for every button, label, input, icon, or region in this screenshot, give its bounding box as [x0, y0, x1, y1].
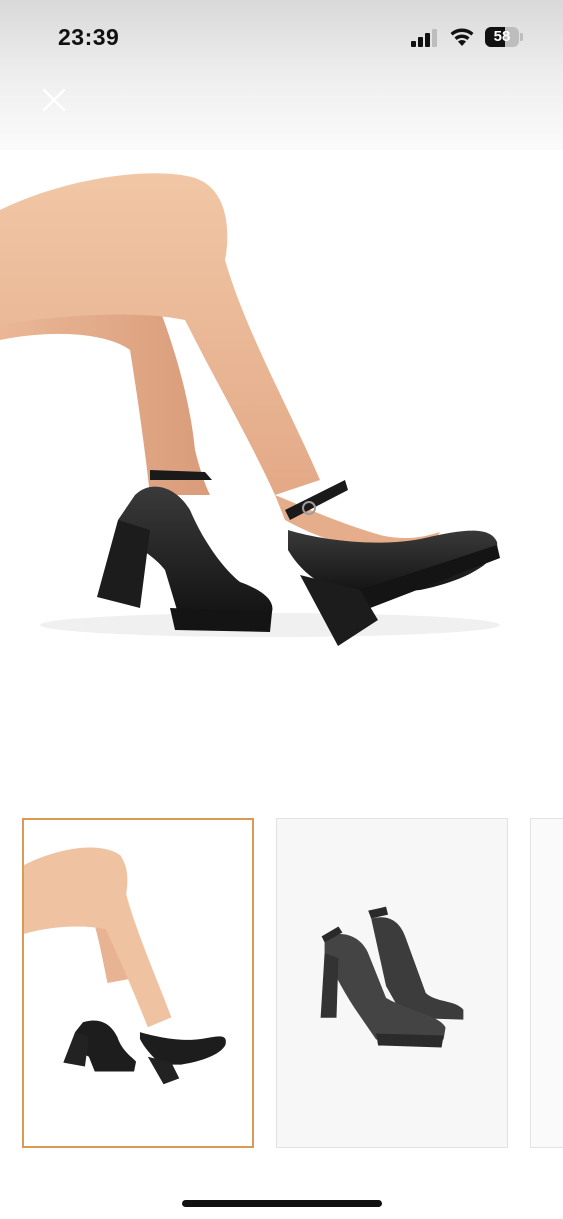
thumbnail-1-selected[interactable] [22, 818, 254, 1148]
battery-icon: 58 [485, 27, 525, 47]
battery-level: 58 [493, 28, 511, 45]
legs-with-heels-photo [0, 150, 563, 790]
thumbnail-strip [0, 818, 563, 1150]
main-product-image[interactable] [0, 150, 563, 790]
close-button[interactable] [36, 82, 72, 118]
thumbnail-legs-image [24, 820, 252, 1146]
status-bar: 23:39 58 [0, 0, 563, 76]
wifi-icon [450, 28, 474, 46]
thumbnail-pair-image [277, 819, 507, 1147]
status-time: 23:39 [58, 24, 120, 50]
thumbnail-2[interactable] [276, 818, 508, 1148]
home-indicator [182, 1200, 382, 1207]
thumbnail-3-partial[interactable] [530, 818, 563, 1148]
close-icon [42, 88, 66, 112]
cellular-signal-icon [411, 29, 437, 47]
